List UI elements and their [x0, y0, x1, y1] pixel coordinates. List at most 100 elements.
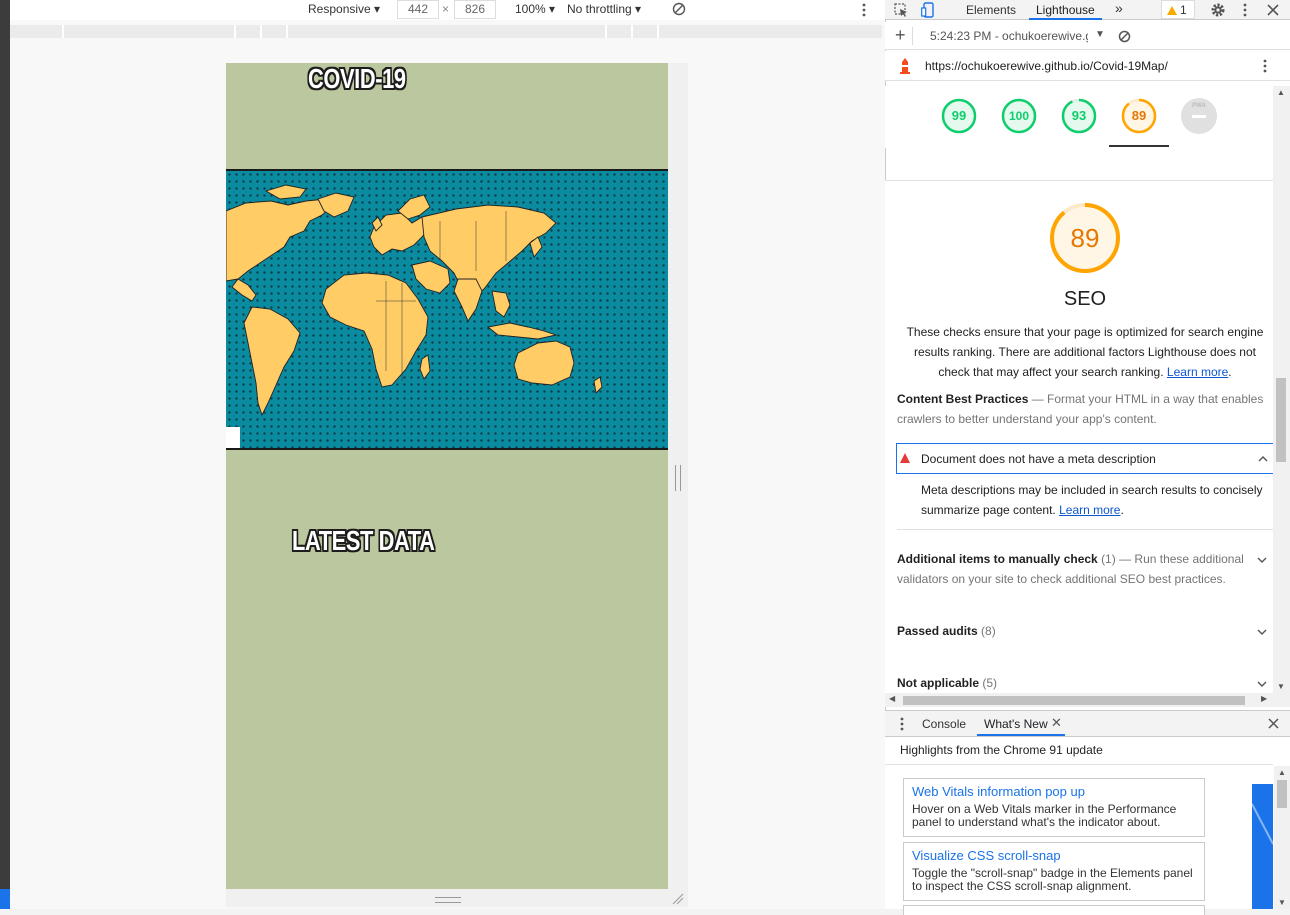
- close-tab-icon[interactable]: ✕: [1051, 715, 1062, 731]
- scroll-up-icon[interactable]: ▲: [1277, 88, 1285, 97]
- device-select[interactable]: Responsive ▾: [308, 2, 380, 16]
- scroll-up-icon[interactable]: ▲: [1278, 768, 1286, 777]
- toolbar-divider: [912, 27, 913, 45]
- manual-checks-group[interactable]: Additional items to manually check (1) —…: [897, 549, 1267, 589]
- content-best-practices-group: Content Best Practices — Format your HTM…: [897, 392, 1264, 426]
- seo-description: These checks ensure that your page is op…: [906, 325, 1264, 379]
- na-count: (5): [982, 676, 998, 690]
- ruler-segment: [260, 25, 262, 38]
- report-vertical-scrollbar[interactable]: ▲ ▼: [1273, 86, 1290, 693]
- close-drawer-icon[interactable]: [1268, 718, 1279, 729]
- map-attribution[interactable]: [226, 427, 240, 448]
- width-input[interactable]: 442: [397, 0, 439, 19]
- report-dropdown-icon[interactable]: ▼: [1095, 29, 1105, 40]
- drawer-vertical-scrollbar[interactable]: ▲ ▼: [1274, 766, 1290, 909]
- device-more-icon[interactable]: [861, 3, 867, 17]
- throttle-label: No throttling: [567, 2, 632, 16]
- audited-url[interactable]: https://ochukoerewive.github.io/Covid-19…: [925, 59, 1168, 73]
- audit-title: Document does not have a meta descriptio…: [921, 452, 1156, 466]
- drawer-menu-icon[interactable]: [899, 717, 905, 731]
- gauge-accessibility[interactable]: 100: [1000, 97, 1038, 135]
- whats-new-divider: [885, 764, 1273, 765]
- settings-gear-icon[interactable]: [1210, 2, 1226, 18]
- chevron-down-icon[interactable]: [1257, 627, 1267, 637]
- gauge-pwa-label: PWA: [1192, 103, 1206, 109]
- zoom-select[interactable]: 100% ▾: [515, 2, 555, 16]
- card-title[interactable]: Web Vitals information pop up: [912, 783, 1196, 800]
- whats-new-card[interactable]: [903, 905, 1205, 915]
- edge-accent: [0, 889, 10, 909]
- scrollbar-thumb[interactable]: [1276, 378, 1286, 462]
- tab-elements[interactable]: Elements: [966, 3, 1016, 17]
- clear-reports-icon[interactable]: [1118, 30, 1131, 43]
- throttle-select[interactable]: No throttling ▾: [567, 2, 641, 16]
- inspect-element-icon[interactable]: [894, 3, 909, 17]
- chevron-up-icon[interactable]: [1258, 454, 1268, 464]
- whats-new-illustration: [1252, 784, 1273, 909]
- dimension-separator: ×: [442, 2, 450, 16]
- gauge-best-practices[interactable]: 93: [1060, 97, 1098, 135]
- rotate-icon[interactable]: [672, 2, 686, 16]
- report-selector-label[interactable]: 5:24:23 PM - ochukoerewive.g: [930, 29, 1088, 43]
- world-map-landmass: [226, 184, 603, 417]
- emulated-page: COVID-19 LATEST DATA: [226, 63, 668, 889]
- world-map[interactable]: [226, 169, 668, 450]
- card-description: Toggle the "scroll-snap" badge in the El…: [912, 866, 1193, 893]
- seo-report-section: 89 SEO These checks ensure that your pag…: [885, 181, 1273, 693]
- ruler-segment: [631, 25, 633, 38]
- not-applicable-group[interactable]: Not applicable (5): [897, 673, 1267, 693]
- drawer-tab-console[interactable]: Console: [922, 717, 966, 731]
- devtools-menu-icon[interactable]: [1242, 3, 1248, 17]
- passed-title: Passed audits: [897, 624, 978, 638]
- device-resize-handle-right[interactable]: [675, 465, 681, 491]
- chevron-down-icon[interactable]: [1257, 679, 1267, 689]
- card-title[interactable]: Visualize CSS scroll-snap: [912, 847, 1196, 864]
- page-title: COVID-19: [308, 63, 406, 94]
- scrollbar-thumb[interactable]: [1277, 780, 1287, 808]
- drawer-tab-whats-new[interactable]: What's New: [984, 717, 1048, 731]
- scroll-down-icon[interactable]: ▼: [1278, 898, 1286, 907]
- latest-data-heading: LATEST DATA: [292, 525, 435, 556]
- whats-new-card[interactable]: Visualize CSS scroll-snap Toggle the "sc…: [903, 842, 1205, 901]
- scrollbar-thumb[interactable]: [903, 696, 1245, 705]
- media-query-ruler[interactable]: [10, 25, 882, 38]
- gauge-seo[interactable]: 89: [1120, 97, 1158, 135]
- more-tabs-icon[interactable]: »: [1115, 0, 1123, 16]
- whats-new-card[interactable]: Web Vitals information pop up Hover on a…: [903, 778, 1205, 837]
- group-title: Content Best Practices: [897, 392, 1029, 406]
- lighthouse-logo-icon: [900, 58, 910, 74]
- seo-score-gauge: 89: [1048, 201, 1122, 275]
- scroll-left-icon[interactable]: ◀: [889, 694, 895, 703]
- manual-title: Additional items to manually check: [897, 552, 1098, 566]
- zoom-label: 100%: [515, 2, 546, 16]
- na-title: Not applicable: [897, 676, 980, 690]
- device-resize-corner-icon[interactable]: [672, 893, 684, 905]
- device-select-label: Responsive: [308, 2, 371, 16]
- chevron-down-icon[interactable]: [1257, 555, 1267, 565]
- scroll-down-icon[interactable]: ▼: [1277, 682, 1285, 691]
- gauge-performance-value: 99: [951, 108, 967, 123]
- report-horizontal-scrollbar[interactable]: ◀ ▶: [885, 693, 1290, 707]
- seo-score-value: 89: [1070, 223, 1100, 253]
- gauge-performance[interactable]: 99: [940, 97, 978, 135]
- seo-learn-more-link[interactable]: Learn more: [1167, 365, 1228, 379]
- category-gauges: 99 100 93 89 PWA: [885, 86, 1273, 148]
- warning-counter[interactable]: 1: [1161, 0, 1195, 19]
- height-input[interactable]: 826: [454, 0, 496, 19]
- scroll-right-icon[interactable]: ▶: [1261, 694, 1267, 703]
- audit-meta-description[interactable]: Document does not have a meta descriptio…: [896, 443, 1273, 474]
- device-toolbar: Responsive ▾ 442 × 826 100% ▾ No throttl…: [10, 0, 885, 20]
- gauge-pwa[interactable]: PWA: [1180, 97, 1218, 135]
- device-toolbar-toggle-icon[interactable]: [921, 2, 934, 18]
- whats-new-heading: Highlights from the Chrome 91 update: [900, 743, 1103, 757]
- passed-audits-group[interactable]: Passed audits (8): [897, 621, 1267, 641]
- audit-learn-more-link[interactable]: Learn more: [1059, 503, 1120, 517]
- new-report-icon[interactable]: +: [895, 25, 906, 45]
- active-gauge-indicator: [1109, 145, 1169, 147]
- close-devtools-icon[interactable]: [1267, 4, 1279, 16]
- audit-divider: [897, 529, 1273, 530]
- passed-count: (8): [981, 624, 996, 638]
- tab-lighthouse[interactable]: Lighthouse: [1036, 3, 1095, 17]
- report-menu-icon[interactable]: [1262, 59, 1268, 73]
- device-resize-handle-bottom[interactable]: [435, 897, 461, 903]
